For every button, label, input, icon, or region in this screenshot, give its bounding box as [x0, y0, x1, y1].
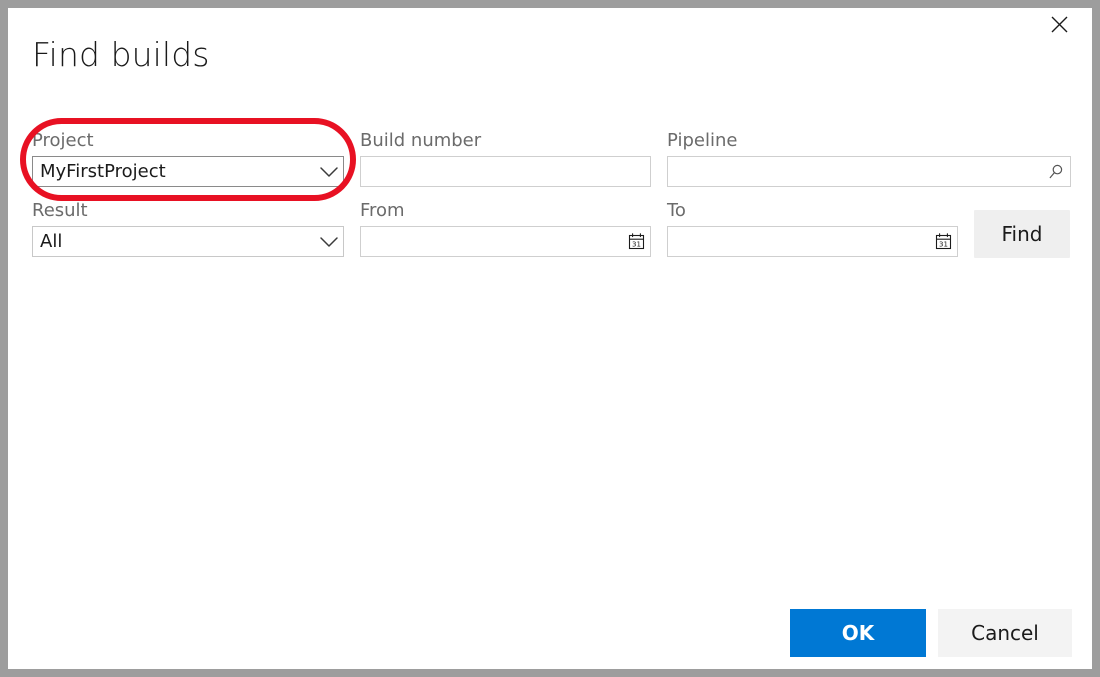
pipeline-input[interactable] — [668, 157, 1042, 186]
field-label-result: Result — [32, 200, 344, 222]
chevron-down-icon[interactable] — [315, 227, 343, 256]
pipeline-field[interactable] — [667, 156, 1071, 187]
field-label-from: From — [360, 200, 651, 222]
field-pipeline: Pipeline — [667, 130, 1071, 187]
from-date-field[interactable]: 31 — [360, 226, 651, 257]
field-result: Result All — [32, 200, 344, 257]
field-from: From 31 — [360, 200, 651, 257]
field-project: Project MyFirstProject — [32, 130, 344, 187]
build-number-field[interactable] — [360, 156, 651, 187]
ok-button[interactable]: OK — [790, 609, 926, 657]
field-label-build-number: Build number — [360, 130, 651, 152]
search-icon[interactable] — [1042, 157, 1070, 186]
field-label-pipeline: Pipeline — [667, 130, 1071, 152]
calendar-icon[interactable]: 31 — [622, 227, 650, 256]
field-to: To 31 — [667, 200, 958, 257]
close-button[interactable] — [1036, 8, 1082, 40]
result-combobox[interactable]: All — [32, 226, 344, 257]
find-button[interactable]: Find — [974, 210, 1070, 258]
field-label-project: Project — [32, 130, 344, 152]
to-date-input[interactable] — [668, 227, 929, 256]
svg-text:31: 31 — [632, 240, 641, 248]
cancel-button[interactable]: Cancel — [938, 609, 1072, 657]
to-date-field[interactable]: 31 — [667, 226, 958, 257]
svg-text:31: 31 — [939, 240, 948, 248]
page-title: Find builds — [32, 33, 210, 77]
project-combobox-value: MyFirstProject — [33, 162, 315, 182]
find-builds-dialog: Find builds Project MyFirstProject Build… — [8, 8, 1092, 669]
chevron-down-icon[interactable] — [315, 157, 343, 186]
calendar-icon[interactable]: 31 — [929, 227, 957, 256]
result-combobox-value: All — [33, 232, 315, 252]
field-label-to: To — [667, 200, 958, 222]
build-number-input[interactable] — [361, 157, 650, 186]
field-build-number: Build number — [360, 130, 651, 187]
window-frame: Find builds Project MyFirstProject Build… — [0, 0, 1100, 677]
close-icon — [1051, 16, 1068, 33]
from-date-input[interactable] — [361, 227, 622, 256]
project-combobox[interactable]: MyFirstProject — [32, 156, 344, 187]
